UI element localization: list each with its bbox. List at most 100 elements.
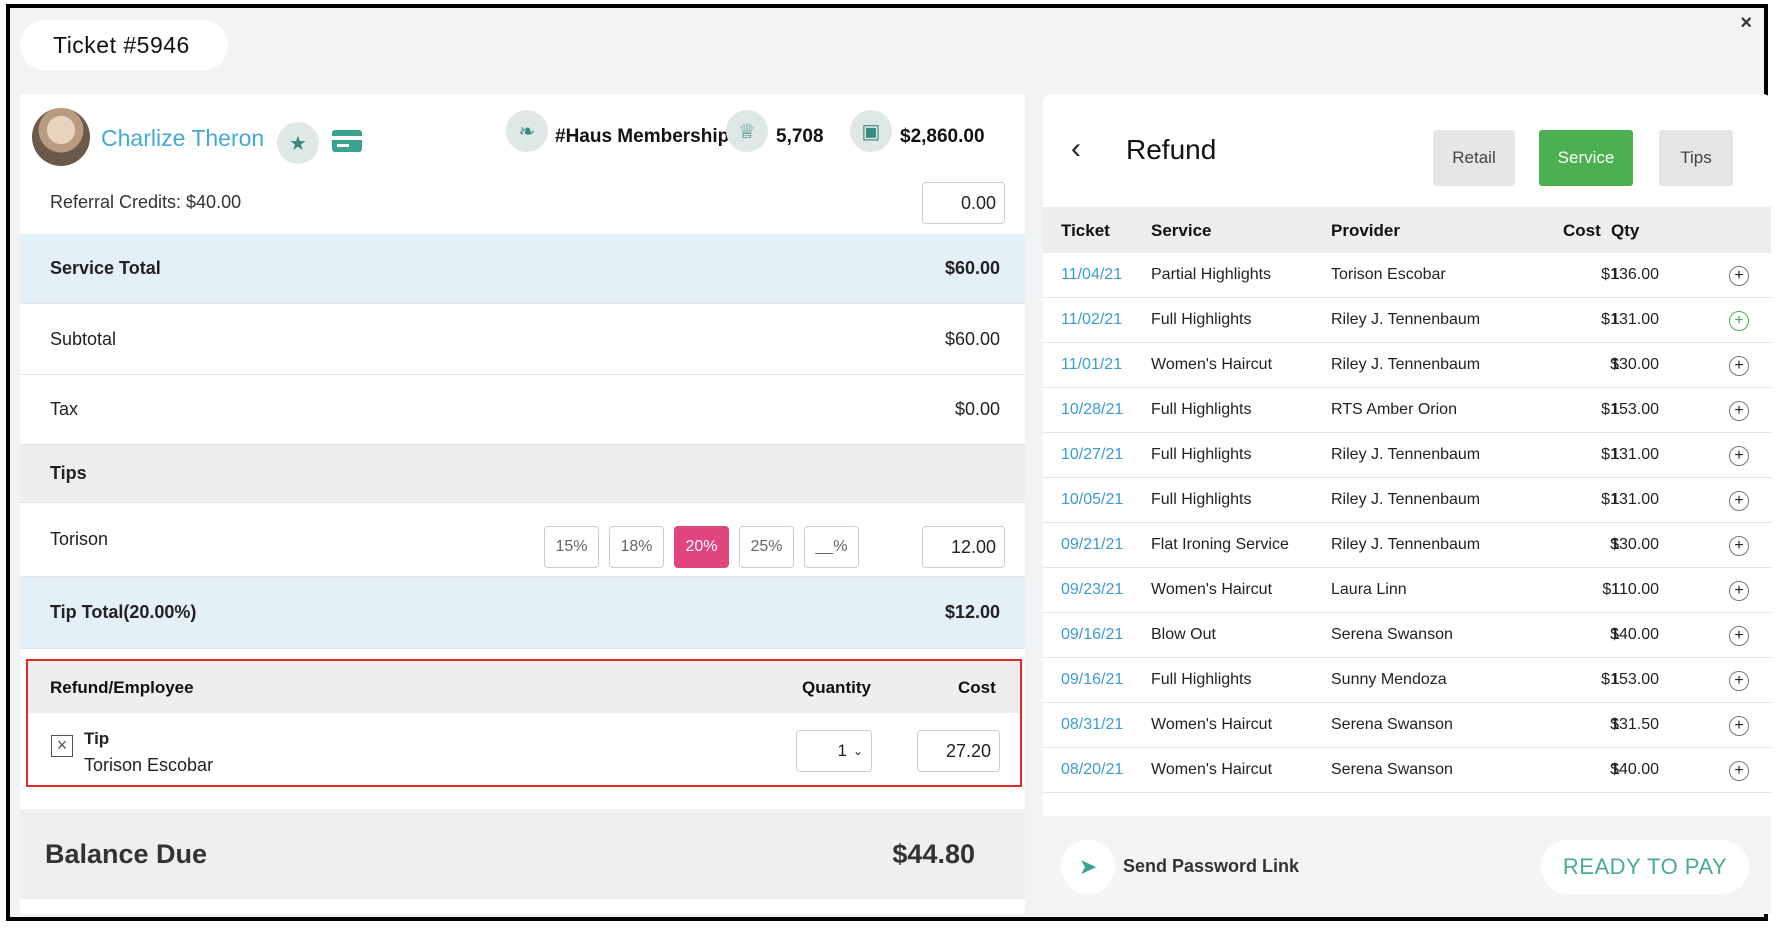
add-circle-icon[interactable]: +: [1729, 356, 1749, 376]
qty-value: 1: [1611, 491, 1620, 508]
referral-credits-label: Referral Credits: $40.00: [50, 192, 242, 212]
table-row[interactable]: 11/01/21 Women's Haircut Riley J. Tennenba…: [1043, 343, 1771, 388]
refund-cost-input[interactable]: 27.20: [917, 730, 1000, 772]
add-circle-icon[interactable]: +: [1729, 311, 1749, 331]
add-circle-icon[interactable]: +: [1729, 266, 1749, 286]
ticket-column: Ticket: [1061, 221, 1110, 240]
tab-service[interactable]: Service: [1539, 130, 1633, 186]
star-icon[interactable]: ★: [277, 122, 319, 164]
ticket-date-link[interactable]: 09/16/21: [1061, 671, 1123, 689]
refund-title: Refund: [1126, 134, 1217, 165]
add-circle-icon[interactable]: +: [1729, 761, 1749, 781]
chevron-down-icon: ⌄: [852, 744, 863, 758]
cost-value: $153.00: [1601, 401, 1659, 418]
ticket-date-link[interactable]: 10/28/21: [1061, 401, 1123, 419]
quantity-select[interactable]: 1 ⌄: [796, 730, 872, 772]
ticket-date-link[interactable]: 11/02/21: [1061, 311, 1122, 329]
send-password-link[interactable]: Send Password Link: [1123, 856, 1299, 877]
ready-to-pay-button[interactable]: READY TO PAY: [1541, 840, 1749, 894]
add-circle-icon[interactable]: +: [1729, 401, 1749, 421]
refund-table-header: Refund/Employee Quantity Cost: [28, 661, 1020, 713]
tip-20-button[interactable]: 20%: [674, 526, 729, 568]
qty-value: 1: [1611, 311, 1620, 328]
provider-column: Provider: [1331, 221, 1400, 240]
service-total-value: $60.00: [944, 258, 1000, 278]
cost-column: Cost: [958, 678, 996, 697]
remove-item-icon[interactable]: ×: [51, 735, 73, 757]
tip-amount-input[interactable]: 12.00: [922, 526, 1005, 568]
add-circle-icon[interactable]: +: [1729, 716, 1749, 736]
table-row[interactable]: 08/20/21 Women's Haircut Serena Swanson $40…: [1043, 748, 1771, 793]
service-name: Flat Ironing Service: [1151, 536, 1289, 553]
ticket-date-link[interactable]: 09/23/21: [1061, 581, 1123, 599]
provider-name: Serena Swanson: [1331, 716, 1453, 733]
table-row[interactable]: 10/05/21 Full Highlights Riley J. Tennenba…: [1043, 478, 1771, 523]
table-row[interactable]: 10/27/21 Full Highlights Riley J. Tennenba…: [1043, 433, 1771, 478]
provider-name: Riley J. Tennenbaum: [1331, 536, 1481, 553]
service-name: Full Highlights: [1151, 446, 1252, 463]
client-bar: Charlize Theron ★ ❧ #Haus Membership ♕ 5…: [20, 94, 1025, 174]
ticket-date-link[interactable]: 11/04/21: [1061, 266, 1122, 284]
provider-name: Laura Linn: [1331, 581, 1407, 598]
cost-value: $136.00: [1601, 266, 1659, 283]
service-total-row: Service Total $60.00: [20, 234, 1025, 304]
close-icon[interactable]: ×: [1740, 12, 1752, 35]
provider-name: Serena Swanson: [1331, 761, 1453, 778]
provider-name: RTS Amber Orion: [1331, 401, 1457, 418]
table-row[interactable]: 09/21/21 Flat Ironing Service Riley J. Ten…: [1043, 523, 1771, 568]
tip-total-label: Tip Total(20.00%): [50, 602, 197, 622]
add-circle-icon[interactable]: +: [1729, 581, 1749, 601]
tip-custom-button[interactable]: __%: [804, 526, 859, 568]
tip-total-row: Tip Total(20.00%) $12.00: [20, 577, 1025, 649]
ticket-date-link[interactable]: 08/31/21: [1061, 716, 1123, 734]
client-name[interactable]: Charlize Theron: [101, 125, 264, 152]
qty-value: 1: [1611, 626, 1620, 643]
leaf-icon: ❧: [506, 110, 548, 152]
tax-value: $0.00: [954, 399, 1000, 419]
service-name: Partial Highlights: [1151, 266, 1272, 283]
referral-credits-input[interactable]: 0.00: [922, 182, 1005, 224]
back-arrow-icon[interactable]: ‹: [1071, 132, 1081, 166]
table-row[interactable]: 09/16/21 Blow Out Serena Swanson $40.00 1 +: [1043, 613, 1771, 658]
tip-total-value: $12.00: [944, 602, 1000, 622]
table-row[interactable]: 11/02/21 Full Highlights Riley J. Tennenba…: [1043, 298, 1771, 343]
refund-item-type: Tip: [84, 729, 110, 748]
qty-value: 1: [1611, 671, 1620, 688]
tab-retail[interactable]: Retail: [1433, 130, 1515, 186]
table-row[interactable]: 10/28/21 Full Highlights RTS Amber Orion $1…: [1043, 388, 1771, 433]
table-row[interactable]: 08/31/21 Women's Haircut Serena Swanson $31…: [1043, 703, 1771, 748]
tab-tips[interactable]: Tips: [1659, 130, 1733, 186]
credit-card-icon[interactable]: [332, 130, 362, 152]
provider-name: Serena Swanson: [1331, 626, 1453, 643]
ticket-date-link[interactable]: 10/05/21: [1061, 491, 1123, 509]
ticket-date-link[interactable]: 11/01/21: [1061, 356, 1122, 374]
ticket-date-link[interactable]: 08/20/21: [1061, 761, 1123, 779]
ticket-title: Ticket #5946: [20, 20, 228, 70]
tip-18-button[interactable]: 18%: [609, 526, 664, 568]
table-row[interactable]: 09/16/21 Full Highlights Sunny Mendoza $153…: [1043, 658, 1771, 703]
quantity-column: Quantity: [802, 678, 871, 697]
tip-25-button[interactable]: 25%: [739, 526, 794, 568]
add-circle-icon[interactable]: +: [1729, 671, 1749, 691]
table-row[interactable]: 11/04/21 Partial Highlights Torison Escoba…: [1043, 253, 1771, 298]
avatar: [32, 108, 90, 166]
qty-value: 1: [1611, 536, 1620, 553]
table-row[interactable]: 09/23/21 Women's Haircut Laura Linn $110.00…: [1043, 568, 1771, 613]
add-circle-icon[interactable]: +: [1729, 536, 1749, 556]
tips-header: Tips: [20, 445, 1025, 503]
provider-name: Sunny Mendoza: [1331, 671, 1447, 688]
add-circle-icon[interactable]: +: [1729, 446, 1749, 466]
send-icon[interactable]: ➤: [1061, 840, 1115, 894]
ticket-date-link[interactable]: 10/27/21: [1061, 446, 1123, 464]
tax-row: Tax $0.00: [20, 375, 1025, 445]
add-circle-icon[interactable]: +: [1729, 626, 1749, 646]
tip-employee-row: Torison: [20, 503, 1025, 577]
tax-label: Tax: [50, 399, 79, 419]
add-circle-icon[interactable]: +: [1729, 491, 1749, 511]
ticket-date-link[interactable]: 09/16/21: [1061, 626, 1123, 644]
service-name: Full Highlights: [1151, 671, 1252, 688]
refund-item-employee: Torison Escobar: [84, 755, 214, 775]
ticket-date-link[interactable]: 09/21/21: [1061, 536, 1123, 554]
tip-15-button[interactable]: 15%: [544, 526, 599, 568]
points-value: 5,708: [776, 126, 824, 147]
